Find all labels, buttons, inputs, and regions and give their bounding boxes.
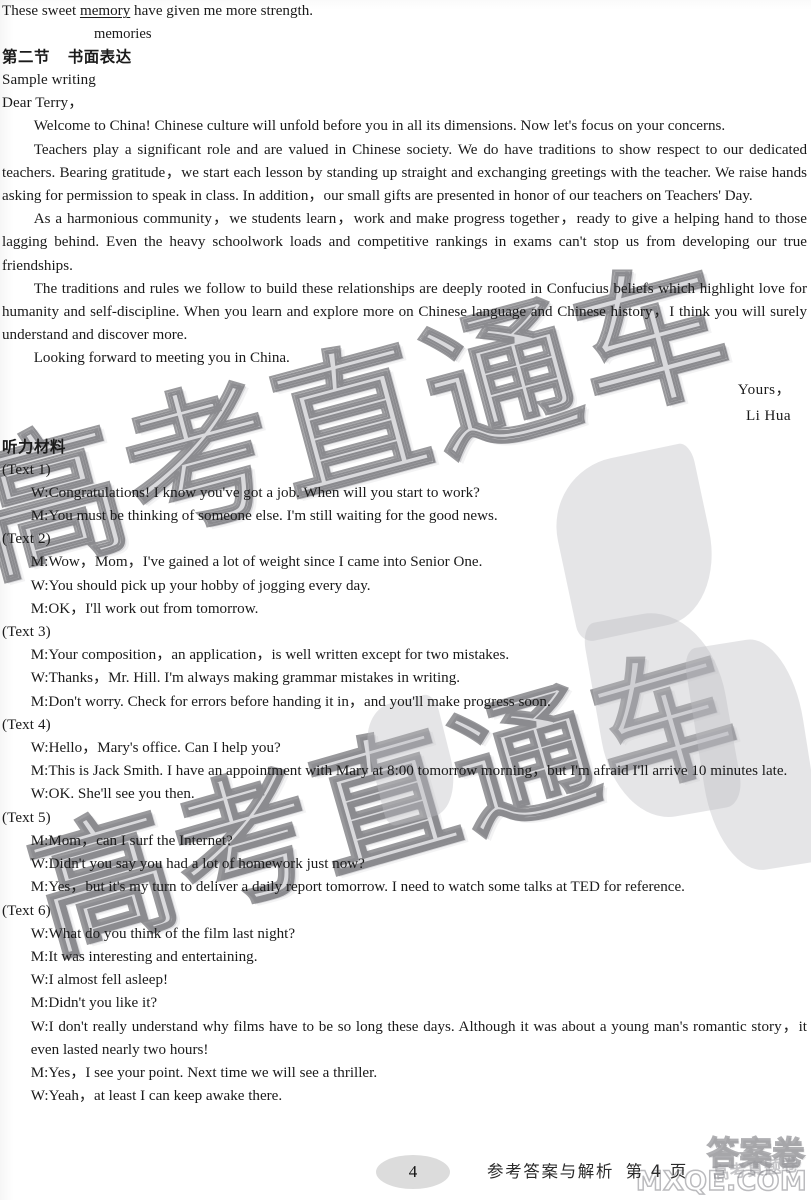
letter-salutation: Dear Terry，: [2, 95, 84, 112]
listening-material-heading: 听力材料: [2, 437, 67, 456]
dialogue-line: W:OK. She'll see you then.: [30, 786, 195, 803]
correction-struck-word: memory: [79, 3, 131, 19]
text-label: (Text 5): [2, 809, 51, 826]
letter-sign-off: Yours，: [737, 381, 791, 398]
footer-caption-right: 第 4 页: [625, 1162, 688, 1181]
text-label: (Text 6): [2, 902, 51, 919]
dialogue-line: M:OK，I'll work out from tomorrow.: [30, 600, 259, 617]
correction-before: These sweet: [2, 3, 80, 19]
dialogue-line: M:Don't worry. Check for errors before h…: [30, 693, 551, 710]
footer-caption: 参考答案与解析第 4 页: [487, 1158, 688, 1182]
dialogue-line: W:I don't really understand why films ha…: [30, 1018, 807, 1058]
dialogue-line: W:Didn't you say you had a lot of homewo…: [30, 856, 365, 873]
dialogue-line: M:Your composition，an application，is wel…: [30, 647, 510, 664]
letter-paragraph-3: As a harmonious community，we students le…: [2, 211, 807, 274]
correction-replacement: memories: [93, 26, 152, 42]
dialogue-line: W:Congratulations! I know you've got a j…: [30, 484, 480, 501]
page-content: These sweet memory have given me more st…: [0, 0, 811, 1200]
dialogue-line: W:You should pick up your hobby of joggi…: [30, 577, 371, 594]
text-label: (Text 2): [2, 531, 51, 548]
dialogue-line: M:Wow，Mom，I've gained a lot of weight si…: [30, 554, 483, 571]
dialogue-line: M:This is Jack Smith. I have an appointm…: [30, 763, 788, 780]
text-label: (Text 1): [2, 461, 51, 478]
section-heading: 第二节 书面表达: [2, 45, 807, 69]
dialogue-line: W:Thanks，Mr. Hill. I'm always making gra…: [30, 670, 461, 687]
dialogue-line: M:It was interesting and entertaining.: [30, 948, 258, 965]
letter-paragraph-4: The traditions and rules we follow to bu…: [2, 280, 807, 344]
text-label: (Text 3): [2, 624, 51, 641]
text-label: (Text 4): [2, 716, 51, 733]
dialogue-line: W:Yeah，at least I can keep awake there.: [30, 1088, 283, 1105]
dialogue-line: M:Didn't you like it?: [30, 995, 158, 1012]
letter-signature: Li Hua: [745, 407, 791, 424]
dialogue-line: W:What do you think of the film last nig…: [30, 925, 296, 942]
scanned-answer-key-page: 高考直通车 高考直通车 These sweet memory have give…: [0, 0, 811, 1200]
dialogue-line: M:You must be thinking of someone else. …: [30, 508, 498, 525]
section-heading-title: 书面表达: [67, 48, 132, 66]
dialogue-line: W:Hello，Mary's office. Can I help you?: [30, 740, 281, 757]
letter-paragraph-2: Teachers play a significant role and are…: [2, 141, 807, 205]
page-number: 4: [408, 1162, 418, 1181]
page-number-badge: 4: [376, 1155, 450, 1189]
dialogue-line: M:Yes，I see your point. Next time we wil…: [30, 1064, 378, 1081]
letter-paragraph-1: Welcome to China! Chinese culture will u…: [33, 118, 726, 135]
letter-paragraph-5: Looking forward to meeting you in China.: [33, 350, 290, 367]
correction-original-line: These sweet memory have given me more st…: [2, 0, 807, 23]
dialogue-line: M:Yes，but it's my turn to deliver a dail…: [30, 879, 685, 896]
correction-after: have given me more strength.: [130, 3, 314, 19]
dialogue-line: M:Mom，can I surf the Internet?: [30, 832, 233, 849]
dialogue-line: W:I almost fell asleep!: [30, 972, 169, 989]
footer-caption-left: 参考答案与解析: [487, 1162, 615, 1181]
sample-writing-label: Sample writing: [2, 72, 96, 88]
section-heading-part: 第二节: [2, 48, 51, 66]
